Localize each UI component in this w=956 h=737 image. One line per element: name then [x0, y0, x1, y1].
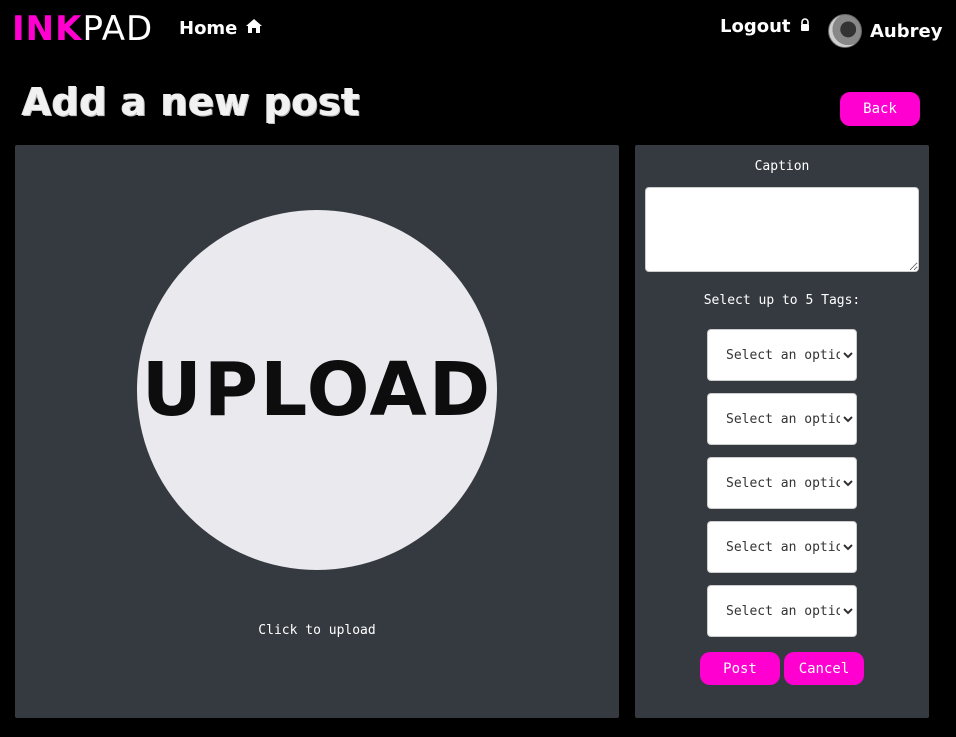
logo-ink: INK — [12, 9, 83, 49]
tags-label: Select up to 5 Tags: — [703, 293, 861, 308]
user-menu[interactable]: Aubrey — [828, 14, 942, 48]
tag-select-1[interactable]: Select an option — [707, 329, 857, 381]
upload-panel: UPLOAD Click to upload — [15, 145, 619, 718]
top-nav: INK PAD Home Logout Aubrey — [0, 0, 956, 60]
logout-label: Logout — [720, 16, 791, 37]
home-label: Home — [179, 18, 238, 39]
tag-select-3[interactable]: Select an option — [707, 457, 857, 509]
upload-caption: Click to upload — [258, 623, 376, 638]
upload-graphic-text: UPLOAD — [141, 347, 493, 433]
caption-input[interactable] — [645, 187, 919, 272]
avatar — [828, 14, 862, 48]
logout-link[interactable]: Logout — [720, 16, 811, 37]
tag-select-2[interactable]: Select an option — [707, 393, 857, 445]
user-name: Aubrey — [870, 20, 943, 42]
lock-icon — [799, 16, 811, 37]
tag-select-4[interactable]: Select an option — [707, 521, 857, 573]
page-title: Add a new post — [22, 80, 361, 124]
post-button[interactable]: Post — [700, 652, 780, 685]
upload-dropzone[interactable]: UPLOAD — [137, 210, 497, 570]
post-form-panel: Caption Select up to 5 Tags: Select an o… — [635, 145, 929, 718]
home-icon — [245, 18, 263, 39]
tag-select-5[interactable]: Select an option — [707, 585, 857, 637]
cancel-button[interactable]: Cancel — [784, 652, 864, 685]
caption-label: Caption — [754, 159, 810, 174]
logo-pad: PAD — [82, 9, 154, 49]
home-link[interactable]: Home — [179, 18, 263, 39]
inkpad-logo[interactable]: INK PAD — [12, 12, 153, 46]
back-button[interactable]: Back — [840, 92, 920, 126]
